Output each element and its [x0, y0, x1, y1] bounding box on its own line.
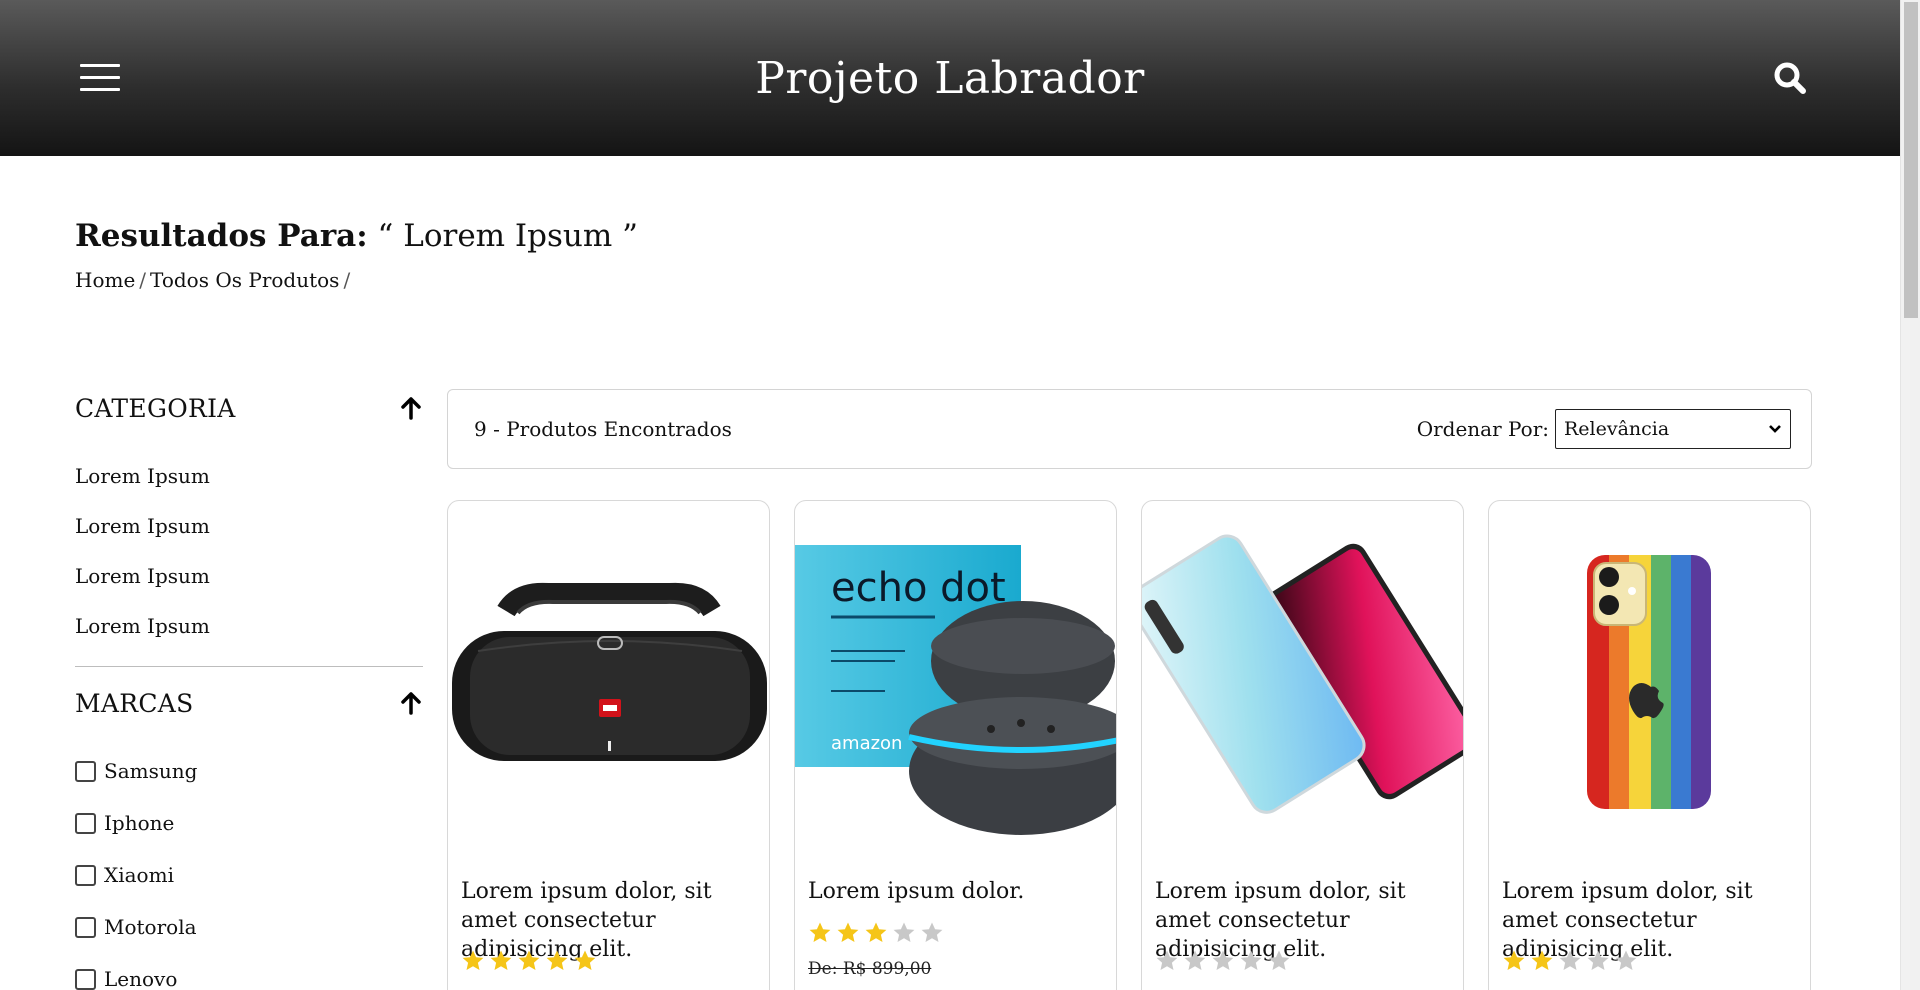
product-image-jbl-speaker[interactable]: [448, 501, 769, 841]
checkbox[interactable]: [75, 968, 96, 990]
product-rating: [808, 921, 944, 945]
search-query: “ Lorem Ipsum ”: [377, 218, 638, 254]
brand-checkbox-motorola[interactable]: Motorola: [75, 901, 423, 953]
star-filled-icon: [837, 922, 859, 942]
category-filter-title: CATEGORIA: [75, 393, 236, 423]
checkbox[interactable]: [75, 864, 96, 886]
results-count: 9 - Produtos Encontrados: [474, 417, 732, 441]
star-empty-icon: [1559, 950, 1581, 970]
product-image-echo-dot[interactable]: echo dot amazon: [795, 501, 1116, 841]
brand-label: Iphone: [104, 811, 175, 835]
results-label: Resultados Para:: [75, 218, 368, 254]
category-item[interactable]: Lorem Ipsum: [75, 500, 423, 552]
star-filled-icon: [546, 950, 568, 970]
echo-dot-box-title: echo dot: [831, 565, 1006, 611]
sort-label: Ordenar Por:: [1416, 417, 1549, 441]
arrow-up-icon: [401, 692, 421, 715]
brand-list: Samsung Iphone Xiaomi Motorola Lenovo: [75, 745, 423, 990]
category-item[interactable]: Lorem Ipsum: [75, 450, 423, 502]
breadcrumb: Home / Todos Os Produtos /: [75, 268, 351, 292]
brand-label: Xiaomi: [104, 863, 174, 887]
category-item[interactable]: Lorem Ipsum: [75, 600, 423, 652]
product-rating: [461, 949, 597, 973]
product-card[interactable]: Lorem ipsum dolor, sit amet consectetur …: [1488, 500, 1811, 990]
checkbox[interactable]: [75, 760, 96, 782]
site-title[interactable]: Projeto Labrador: [755, 53, 1145, 104]
results-toolbar: 9 - Produtos Encontrados Ordenar Por: Re…: [447, 389, 1812, 469]
echo-dot-box-brand: amazon: [831, 733, 902, 754]
arrow-up-icon: [401, 397, 421, 420]
breadcrumb-home[interactable]: Home: [75, 268, 135, 292]
menu-icon[interactable]: [80, 64, 120, 92]
sort-control: Ordenar Por: Relevância: [1417, 409, 1791, 449]
brand-label: Lenovo: [104, 967, 178, 990]
product-rating: [1502, 949, 1638, 973]
brand-label: Motorola: [104, 915, 197, 939]
product-image-iphone-rainbow-case[interactable]: [1489, 501, 1810, 841]
sort-selected-value: Relevância: [1564, 418, 1670, 440]
star-filled-icon: [809, 922, 831, 942]
brand-checkbox-lenovo[interactable]: Lenovo: [75, 953, 423, 990]
brand-checkbox-xiaomi[interactable]: Xiaomi: [75, 849, 423, 901]
star-filled-icon: [490, 950, 512, 970]
product-old-price: De: R$ 899,00: [808, 959, 932, 979]
product-name[interactable]: Lorem ipsum dolor.: [808, 877, 1108, 906]
star-filled-icon: [574, 950, 596, 970]
star-filled-icon: [1531, 950, 1553, 970]
category-filter-toggle[interactable]: CATEGORIA: [75, 390, 423, 426]
category-item[interactable]: Lorem Ipsum: [75, 550, 423, 602]
star-empty-icon: [1156, 950, 1178, 970]
product-card[interactable]: echo dot amazon Lorem ipsum dolor. De: R…: [794, 500, 1117, 990]
sort-select[interactable]: Relevância: [1555, 409, 1791, 449]
category-list: Lorem Ipsum Lorem Ipsum Lorem Ipsum Lore…: [75, 450, 423, 652]
star-empty-icon: [1240, 950, 1262, 970]
product-image-smartphone[interactable]: [1142, 501, 1463, 841]
star-empty-icon: [1615, 950, 1637, 970]
brand-checkbox-samsung[interactable]: Samsung: [75, 745, 423, 797]
brand-checkbox-iphone[interactable]: Iphone: [75, 797, 423, 849]
star-empty-icon: [1268, 950, 1290, 970]
brand-filter-title: MARCAS: [75, 688, 194, 718]
checkbox[interactable]: [75, 916, 96, 938]
checkbox[interactable]: [75, 812, 96, 834]
star-filled-icon: [1503, 950, 1525, 970]
star-empty-icon: [921, 922, 943, 942]
brand-filter-toggle[interactable]: MARCAS: [75, 685, 423, 721]
brand-label: Samsung: [104, 759, 198, 783]
product-card[interactable]: Lorem ipsum dolor, sit amet consectetur …: [447, 500, 770, 990]
star-filled-icon: [865, 922, 887, 942]
page-scrollbar[interactable]: [1900, 0, 1920, 990]
sidebar-divider: [75, 666, 423, 667]
star-filled-icon: [518, 950, 540, 970]
site-header: Projeto Labrador: [0, 0, 1900, 156]
product-card[interactable]: Lorem ipsum dolor, sit amet consectetur …: [1141, 500, 1464, 990]
scrollbar-thumb[interactable]: [1904, 2, 1918, 318]
star-empty-icon: [1212, 950, 1234, 970]
star-empty-icon: [1184, 950, 1206, 970]
results-heading: Resultados Para: “ Lorem Ipsum ”: [75, 218, 638, 254]
chevron-down-icon: [1769, 425, 1781, 433]
search-icon[interactable]: [1772, 60, 1808, 96]
product-rating: [1155, 949, 1291, 973]
star-filled-icon: [462, 950, 484, 970]
filter-sidebar: CATEGORIA Lorem Ipsum Lorem Ipsum Lorem …: [75, 390, 423, 990]
star-empty-icon: [893, 922, 915, 942]
breadcrumb-all-products[interactable]: Todos Os Produtos: [150, 268, 339, 292]
star-empty-icon: [1587, 950, 1609, 970]
